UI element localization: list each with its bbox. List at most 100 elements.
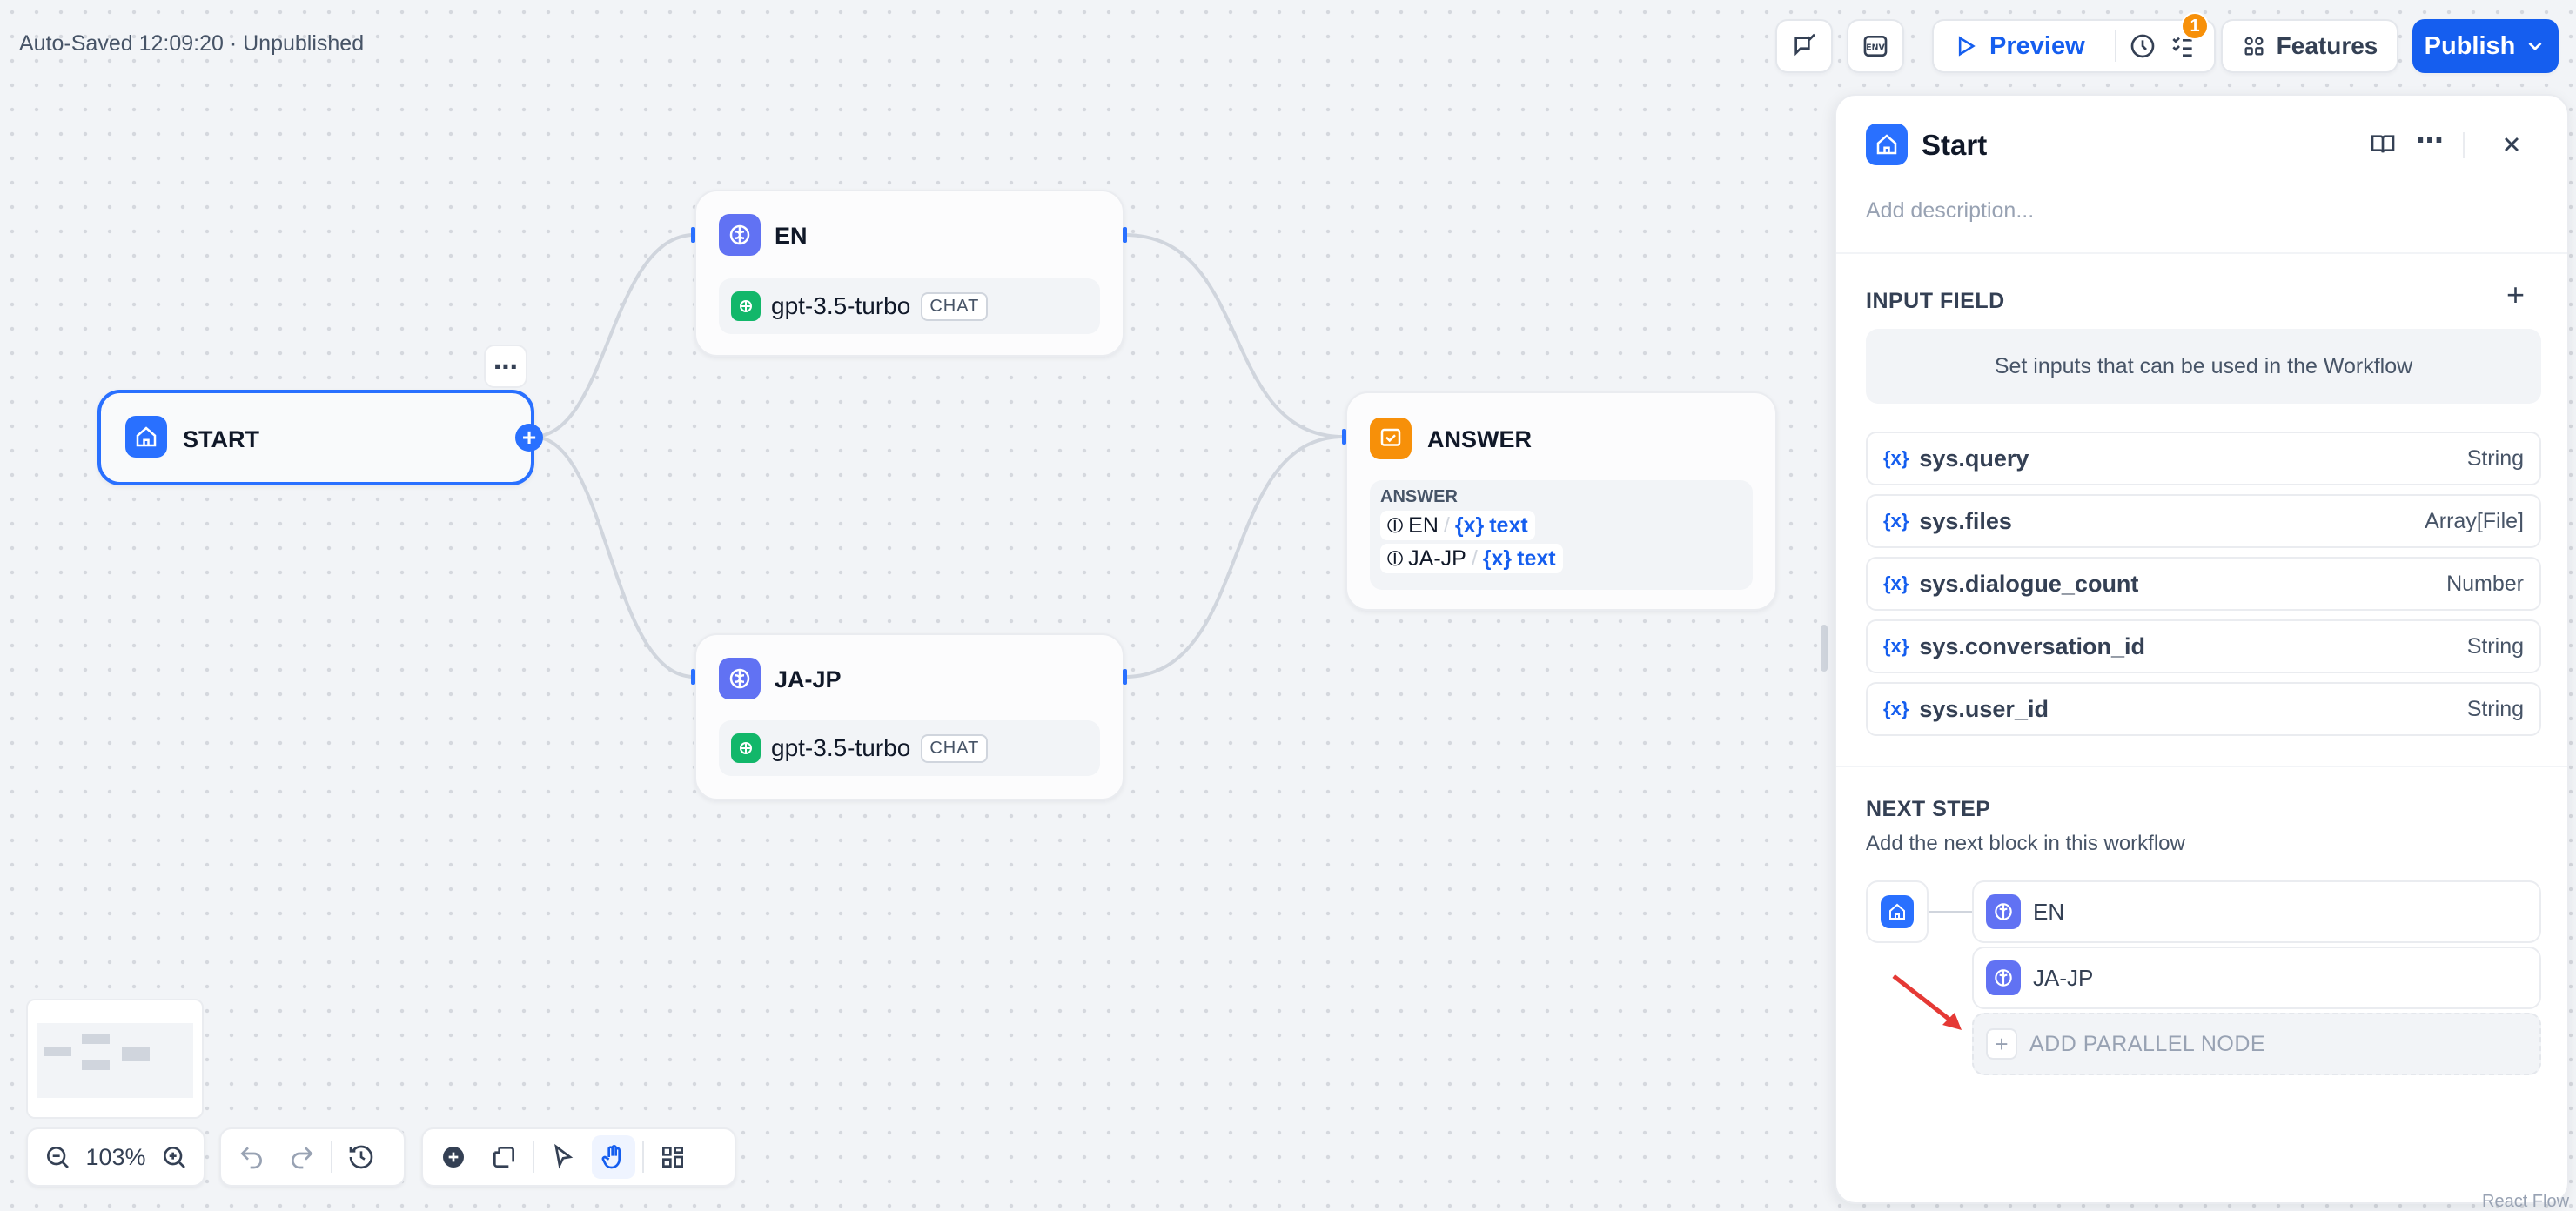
minimap[interactable] — [26, 999, 204, 1119]
model-selector: gpt-3.5-turbo CHAT — [719, 720, 1100, 776]
undo-button[interactable] — [230, 1135, 273, 1179]
current-node-badge — [1866, 880, 1929, 943]
redo-button[interactable] — [280, 1135, 324, 1179]
features-button[interactable]: Features — [2221, 19, 2398, 73]
answer-content: ANSWER ⦶ EN / {x} text ⦶ JA-JP / {x} tex… — [1370, 480, 1753, 590]
ref-node-name: JA-JP — [1408, 545, 1466, 571]
answer-section-label: ANSWER — [1380, 487, 1458, 506]
redo-icon — [292, 1147, 313, 1169]
variable-icon: {x} — [1454, 512, 1485, 538]
divider — [1836, 252, 2567, 254]
svg-text:ENV: ENV — [1866, 43, 1885, 53]
checklist-toggle-button[interactable] — [1775, 19, 1833, 73]
add-input-plus-icon[interactable]: + — [2506, 277, 2525, 313]
next-step-description: Add the next block in this workflow — [1866, 832, 2185, 855]
model-mode-tag: CHAT — [921, 733, 989, 763]
variable-icon: {x} — [1883, 698, 1909, 719]
env-button[interactable]: ENV — [1847, 19, 1904, 73]
llm-node-en[interactable]: EN gpt-3.5-turbo CHAT — [694, 190, 1124, 357]
variable-icon: {x} — [1883, 572, 1909, 594]
add-node-button[interactable] — [432, 1135, 475, 1179]
next-node-ja-jp[interactable]: JA-JP — [1972, 947, 2541, 1009]
ref-separator: / — [1443, 512, 1450, 538]
annotation-arrow — [1892, 974, 1962, 1030]
model-name: gpt-3.5-turbo — [771, 734, 911, 761]
canvas-tools — [421, 1127, 736, 1187]
variable-type: Array[File] — [2425, 508, 2524, 533]
variable-type: String — [2466, 696, 2524, 721]
edge-start-en — [532, 233, 695, 438]
variable-icon: {x} — [1482, 545, 1513, 571]
autosave-status: Auto-Saved 12:09:20 · Unpublished — [19, 31, 365, 56]
history-icon — [349, 1145, 373, 1169]
history-controls — [219, 1127, 406, 1187]
zoom-level[interactable]: 103% — [85, 1144, 145, 1171]
checklist-count-badge: 1 — [2181, 12, 2209, 40]
node-more-button[interactable]: ⋯ — [484, 345, 527, 388]
panel-resize-handle[interactable] — [1821, 625, 1828, 672]
add-next-node-button[interactable]: + — [515, 424, 543, 452]
divider — [1836, 766, 2567, 767]
history-run-icon[interactable] — [2129, 32, 2157, 60]
play-icon — [1958, 36, 1976, 57]
ref-separator: / — [1471, 545, 1478, 571]
node-config-panel: Start ⋯ Add description... INPUT FIELD +… — [1835, 94, 2569, 1204]
plus-icon: + — [1986, 1028, 2017, 1060]
ja-target-handle[interactable] — [691, 669, 695, 685]
minimap-viewport — [37, 1023, 193, 1098]
next-node-label: EN — [2033, 898, 2065, 925]
next-node-label: JA-JP — [2033, 964, 2094, 991]
minimap-node — [82, 1060, 110, 1070]
ja-source-handle[interactable] — [1123, 669, 1127, 685]
llm-brain-icon — [1986, 894, 2021, 929]
model-mode-tag: CHAT — [921, 291, 989, 321]
input-field-title: INPUT FIELD — [1866, 289, 2005, 313]
start-node-title: START — [183, 426, 259, 452]
start-node[interactable]: START — [97, 390, 534, 485]
close-icon[interactable] — [2499, 132, 2524, 157]
more-options-icon[interactable]: ⋯ — [2416, 124, 2444, 157]
description-input[interactable]: Add description... — [1866, 198, 2034, 224]
zoom-controls: 103% — [26, 1127, 205, 1187]
answer-variable-ref: ⦶ EN / {x} text — [1380, 511, 1535, 540]
en-source-handle[interactable] — [1123, 227, 1127, 243]
preview-button[interactable]: Preview — [1989, 32, 2085, 61]
minimap-node — [44, 1047, 71, 1056]
pointer-mode-button[interactable] — [541, 1135, 585, 1179]
minimap-node — [122, 1047, 150, 1061]
hand-mode-button[interactable] — [592, 1135, 635, 1179]
variable-icon: {x} — [1883, 510, 1909, 532]
ref-var-name: text — [1517, 545, 1556, 571]
answer-target-handle[interactable] — [1342, 429, 1346, 445]
add-parallel-node-button[interactable]: + ADD PARALLEL NODE — [1972, 1013, 2541, 1075]
divider — [533, 1141, 534, 1173]
llm-node-ja-jp[interactable]: JA-JP gpt-3.5-turbo CHAT — [694, 633, 1124, 800]
organize-button[interactable] — [651, 1135, 694, 1179]
answer-node[interactable]: ANSWER ANSWER ⦶ EN / {x} text ⦶ JA-JP / … — [1345, 391, 1777, 611]
variable-row: {x} sys.dialogue_count Number — [1866, 557, 2541, 611]
ref-node-name: EN — [1408, 512, 1439, 538]
variable-name: sys.user_id — [1919, 695, 2049, 722]
divider — [331, 1141, 332, 1173]
ja-node-title: JA-JP — [775, 666, 842, 692]
next-node-en[interactable]: EN — [1972, 880, 2541, 943]
home-icon — [1866, 124, 1908, 165]
connector-line — [1929, 911, 1972, 913]
edge-en-answer — [1124, 233, 1345, 438]
en-target-handle[interactable] — [691, 227, 695, 243]
variable-row: {x} sys.query String — [1866, 432, 2541, 485]
version-history-button[interactable] — [339, 1135, 383, 1179]
divider — [2463, 132, 2465, 158]
publish-button[interactable]: Publish — [2412, 19, 2559, 73]
book-icon[interactable] — [2369, 130, 2397, 158]
zoom-out-button[interactable] — [37, 1135, 78, 1179]
zoom-in-button[interactable] — [153, 1135, 195, 1179]
variable-type: Number — [2446, 571, 2524, 596]
zoom-in-icon — [163, 1147, 185, 1168]
add-note-button[interactable] — [482, 1135, 526, 1179]
hand-icon — [601, 1145, 621, 1169]
cursor-icon — [554, 1143, 574, 1169]
env-icon: ENV — [1863, 36, 1888, 57]
react-flow-attribution[interactable]: React Flow — [2482, 1192, 2569, 1211]
input-hint: Set inputs that can be used in the Workf… — [1866, 329, 2541, 404]
